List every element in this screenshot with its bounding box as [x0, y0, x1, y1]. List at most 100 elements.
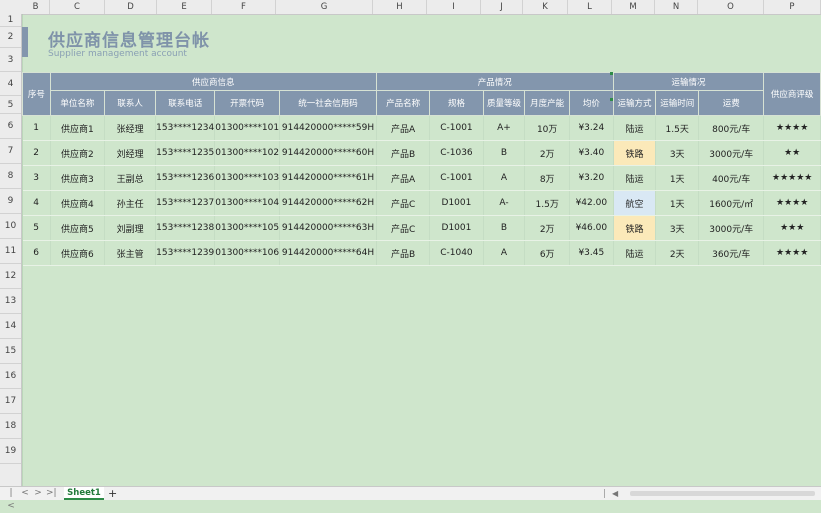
transport-cell-air[interactable]: 航空 [613, 190, 657, 216]
row-header[interactable]: 1 [0, 14, 21, 27]
table-cell[interactable]: 1600元/㎡ [698, 190, 765, 216]
prev-sheet-button[interactable]: < [20, 487, 30, 500]
rating-stars[interactable]: ★★★★★ [763, 165, 821, 191]
table-cell[interactable]: ¥42.00 [569, 190, 614, 216]
table-cell[interactable]: 400元/车 [698, 165, 765, 191]
table-cell[interactable]: 2万 [524, 215, 571, 241]
table-cell[interactable]: C-1040 [429, 240, 484, 266]
table-cell[interactable]: 供应商6 [50, 240, 105, 266]
row-header[interactable]: 5 [0, 96, 21, 114]
table-cell[interactable]: 6 [22, 240, 51, 266]
table-cell[interactable]: 153****1235 [155, 140, 216, 166]
row-header[interactable]: 19 [0, 439, 21, 464]
row-header[interactable]: 6 [0, 114, 21, 139]
table-cell[interactable]: 153****1237 [155, 190, 216, 216]
table-cell[interactable]: 153****1234 [155, 115, 216, 141]
transport-cell-rail[interactable]: 铁路 [613, 140, 657, 166]
column-header-f[interactable]: F [212, 0, 276, 14]
column-header-n[interactable]: N [655, 0, 698, 14]
table-cell[interactable]: 张经理 [104, 115, 157, 141]
table-cell[interactable]: 供应商2 [50, 140, 105, 166]
table-cell[interactable]: B [483, 215, 526, 241]
column-header-c[interactable]: C [50, 0, 105, 14]
transport-cell-rail[interactable]: 铁路 [613, 215, 657, 241]
table-cell[interactable]: 张主管 [104, 240, 157, 266]
row-header[interactable]: 4 [0, 72, 21, 96]
column-header-k[interactable]: K [523, 0, 568, 14]
table-cell[interactable]: ¥3.20 [569, 165, 614, 191]
row-header[interactable]: 17 [0, 389, 21, 414]
table-cell[interactable]: 孙主任 [104, 190, 157, 216]
table-cell[interactable]: 产品B [376, 240, 431, 266]
column-header-p[interactable]: P [764, 0, 821, 14]
table-cell[interactable]: 01300****105 [214, 215, 281, 241]
table-cell[interactable]: 3 [22, 165, 51, 191]
column-header-o[interactable]: O [698, 0, 764, 14]
table-cell[interactable]: D1001 [429, 190, 484, 216]
header-cell[interactable]: 产品名称 [375, 90, 431, 116]
scroll-divider[interactable] [604, 489, 605, 498]
next-sheet-button[interactable]: > [33, 487, 43, 500]
table-cell[interactable]: 914420000*****59H [279, 115, 377, 141]
table-cell[interactable]: ¥46.00 [569, 215, 614, 241]
table-cell[interactable]: 153****1236 [155, 165, 216, 191]
header-cell[interactable]: 统一社会信用码 [279, 90, 377, 116]
scroll-left-icon[interactable]: ◀ [612, 487, 618, 500]
table-cell[interactable]: 153****1238 [155, 215, 216, 241]
table-cell[interactable]: 供应商3 [50, 165, 105, 191]
table-cell[interactable]: 4 [22, 190, 51, 216]
table-cell[interactable]: ¥3.45 [569, 240, 614, 266]
header-rating[interactable]: 供应商评级 [763, 72, 821, 116]
table-cell[interactable]: 914420000*****62H [279, 190, 377, 216]
column-header-l[interactable]: L [568, 0, 612, 14]
table-cell[interactable]: 1.5天 [655, 115, 700, 141]
table-cell[interactable]: B [483, 140, 526, 166]
header-group-supplier[interactable]: 供应商信息 [49, 72, 377, 91]
column-header-i[interactable]: I [427, 0, 481, 14]
header-cell[interactable]: 运输时间 [655, 90, 700, 116]
header-seq[interactable]: 序号 [22, 72, 51, 116]
table-cell[interactable]: 3000元/车 [698, 215, 765, 241]
table-cell[interactable]: 刘副理 [104, 215, 157, 241]
sheet-tab-sheet1[interactable]: Sheet1 [64, 487, 104, 500]
table-cell[interactable]: 6万 [524, 240, 571, 266]
last-sheet-button[interactable]: >| [46, 487, 57, 500]
table-cell[interactable]: 01300****101 [214, 115, 281, 141]
add-sheet-button[interactable]: + [108, 487, 117, 500]
column-header-h[interactable]: H [373, 0, 427, 14]
table-cell[interactable]: A [483, 165, 526, 191]
table-cell[interactable]: 8万 [524, 165, 571, 191]
table-cell[interactable]: C-1001 [429, 115, 484, 141]
table-cell[interactable]: 153****1239 [155, 240, 216, 266]
table-cell[interactable]: 914420000*****60H [279, 140, 377, 166]
row-header[interactable]: 2 [0, 27, 21, 48]
header-group-transport[interactable]: 运输情况 [612, 72, 765, 91]
table-cell[interactable]: 01300****104 [214, 190, 281, 216]
row-header[interactable]: 9 [0, 189, 21, 214]
table-cell[interactable]: 王副总 [104, 165, 157, 191]
header-cell[interactable]: 开票代码 [214, 90, 281, 116]
header-cell[interactable]: 运输方式 [612, 90, 657, 116]
table-cell[interactable]: 产品A [376, 115, 431, 141]
column-header-d[interactable]: D [105, 0, 157, 14]
table-cell[interactable]: 3天 [655, 215, 700, 241]
rating-stars[interactable]: ★★★★ [763, 115, 821, 141]
table-cell[interactable]: ¥3.24 [569, 115, 614, 141]
table-cell[interactable]: 3天 [655, 140, 700, 166]
row-header[interactable]: 10 [0, 214, 21, 239]
row-header[interactable]: 11 [0, 239, 21, 264]
row-header[interactable]: 13 [0, 289, 21, 314]
table-cell[interactable]: ¥3.40 [569, 140, 614, 166]
row-header[interactable]: 8 [0, 164, 21, 189]
table-cell[interactable]: A- [483, 190, 526, 216]
table-cell[interactable]: 5 [22, 215, 51, 241]
header-cell[interactable]: 均价 [569, 90, 614, 116]
table-cell[interactable]: A [483, 240, 526, 266]
row-header[interactable]: 18 [0, 414, 21, 439]
table-cell[interactable]: 01300****102 [214, 140, 281, 166]
rating-stars[interactable]: ★★★★ [763, 240, 821, 266]
table-cell[interactable]: 1天 [655, 190, 700, 216]
table-cell[interactable]: 产品C [376, 190, 431, 216]
first-sheet-button[interactable]: |< [6, 487, 16, 511]
table-cell[interactable]: 产品B [376, 140, 431, 166]
